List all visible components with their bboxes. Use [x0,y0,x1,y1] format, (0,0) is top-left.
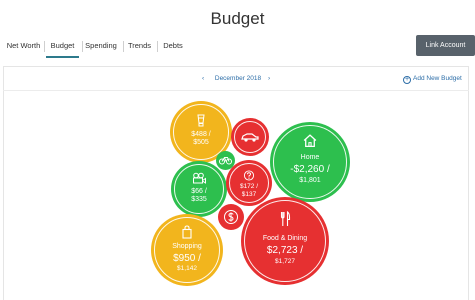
tab-divider [157,41,158,52]
tab-divider [123,41,124,52]
bag-icon [182,225,192,239]
bubble-amount: $66 / [191,188,207,195]
add-new-budget-label: Add New Budget [413,75,462,82]
bubble-category-name: Home [300,154,320,161]
page-title: Budget [210,9,265,28]
bubble-budget: $335 [191,196,207,203]
utensils-icon [280,211,291,226]
tab-trends[interactable]: Trends [126,35,153,58]
current-month-label[interactable]: December 2018 [214,75,262,82]
tab-divider [82,41,83,52]
chevron-left-icon[interactable]: ‹ [202,75,204,82]
camera-icon [193,172,206,184]
budget-bubble-home[interactable]: Home -$2,260 / $1,801 [270,122,350,202]
bubble-amount: $950 / [173,253,201,264]
question-icon [243,170,255,181]
bubble-budget: $505 [193,139,209,146]
bubble-budget: $1,727 [275,258,295,265]
bubble-amount: $488 / [191,131,211,138]
tab-spending[interactable]: Spending [84,35,118,58]
panel-divider [3,90,469,91]
month-navigator: ‹ December 2018 › [196,74,280,86]
bubble-amount: $172 / [239,183,259,190]
budget-bubble-shopping[interactable]: Shopping $950 / $1,142 [151,214,223,286]
bubble-amount: -$2,260 / [290,164,330,175]
bubble-amount: $2,723 / [266,245,304,256]
bubble-budget: $137 [241,191,257,198]
bubble-category-name: Shopping [172,243,202,250]
tab-budget[interactable]: Budget [46,35,79,58]
link-account-button[interactable]: Link Account [416,35,475,56]
cup-icon [197,114,205,127]
tab-debts[interactable]: Debts [160,35,186,58]
car-icon [241,133,259,142]
add-new-budget-link[interactable]: + Add New Budget [403,75,462,84]
budget-bubble-auto[interactable] [231,118,269,156]
house-icon [303,134,317,148]
bubble-budget: $1,142 [177,265,197,272]
plus-circle-icon: + [403,76,411,84]
chevron-right-icon[interactable]: › [268,75,270,82]
budget-bubble-uncategorized[interactable]: $172 / $137 [226,160,272,206]
tab-net-worth[interactable]: Net Worth [6,35,41,58]
tab-divider [44,41,45,52]
bicycle-icon [219,157,232,165]
budget-bubble-food-dining[interactable]: Food & Dining $2,723 / $1,727 [241,197,329,285]
top-nav: Net Worth Budget Spending Trends Debts [0,35,475,60]
bubble-budget: $1,801 [299,177,321,184]
bubble-category-name: Food & Dining [262,235,308,242]
